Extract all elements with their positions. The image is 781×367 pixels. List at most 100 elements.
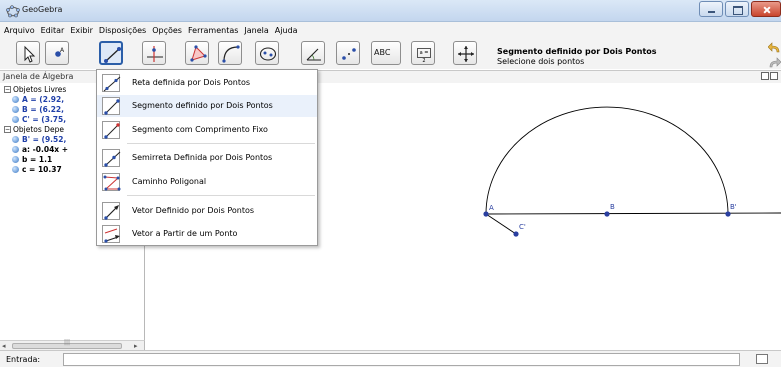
slider-tool-button[interactable]: a = 2 (411, 41, 435, 65)
menu-item-vector[interactable]: Vetor Definido por Dois Pontos (97, 200, 317, 222)
arc-c[interactable] (485, 106, 729, 215)
menu-item-label: Vetor Definido por Dois Pontos (132, 206, 255, 215)
segment-tools-dropdown: Reta definida por Dois Pontos Segmento d… (96, 69, 318, 246)
vector-from-point-icon (102, 225, 120, 243)
segment-b[interactable] (485, 213, 517, 235)
object-label: a: -0.04x + (22, 145, 69, 154)
toolbar: A ABC a = 2 Segmento definido por Dois P… (0, 38, 781, 69)
visibility-dot-icon[interactable] (12, 116, 19, 123)
tree-item[interactable]: b = 1.1 (12, 155, 52, 165)
graphics-view-controls (761, 72, 781, 81)
menu-disposicoes[interactable]: Disposições (99, 26, 146, 35)
object-label: B' = (9.52, (22, 135, 67, 144)
menu-item-label: Segmento definido por Dois Pontos (132, 101, 273, 110)
perpendicular-line-tool-button[interactable] (142, 41, 166, 65)
menu-opcoes[interactable]: Opções (152, 26, 182, 35)
object-label: b = 1.1 (22, 155, 53, 164)
menu-item-polyline[interactable]: Caminho Poligonal (97, 171, 317, 193)
redo-icon[interactable] (768, 57, 781, 69)
menu-janela[interactable]: Janela (244, 26, 268, 35)
menu-separator (127, 143, 315, 144)
undock-icon[interactable] (770, 72, 778, 80)
tool-help-title: Segmento definido por Dois Pontos (497, 47, 657, 56)
menu-item-line[interactable]: Reta definida por Dois Pontos (97, 72, 317, 94)
tree-item[interactable]: c = 10.37 (12, 165, 62, 175)
view-menu-icon[interactable] (761, 72, 769, 80)
menu-editar[interactable]: Editar (41, 26, 65, 35)
visibility-dot-icon[interactable] (12, 166, 19, 173)
input-help-icon[interactable] (756, 354, 768, 364)
tree-item[interactable]: B = (6.22, (12, 105, 64, 115)
conic-tool-button[interactable] (255, 41, 279, 65)
tree-item[interactable]: a: -0.04x + (12, 145, 68, 155)
slider-tool-icon: a = 2 (417, 48, 431, 64)
scroll-right-icon[interactable]: ▸ (134, 342, 138, 350)
tree-item[interactable]: B' = (9.52, (12, 135, 66, 145)
object-label: A = (2.92, (22, 95, 65, 104)
svg-text:A: A (60, 47, 65, 54)
fixed-segment-icon (102, 121, 120, 139)
visibility-dot-icon[interactable] (12, 156, 19, 163)
algebra-view-title: Janela de Álgebra (3, 72, 74, 81)
menu-item-fixed-segment[interactable]: Segmento com Comprimento Fixo (97, 119, 317, 141)
move-tool-button[interactable] (16, 41, 40, 65)
angle-tool-button[interactable] (301, 41, 325, 65)
tree-group-dependent[interactable]: − Objetos Depe (4, 125, 64, 135)
menu-item-ray[interactable]: Semirreta Definida por Dois Pontos (97, 147, 317, 169)
menu-exibir[interactable]: Exibir (70, 26, 93, 35)
label-b-prime: B' (730, 203, 737, 211)
geogebra-icon (6, 5, 20, 18)
object-label: c = 10.37 (22, 165, 62, 174)
menu-item-segment[interactable]: Segmento definido por Dois Pontos (97, 95, 317, 117)
visibility-dot-icon[interactable] (12, 136, 19, 143)
segment-tool-icon (104, 47, 121, 63)
menu-ferramentas[interactable]: Ferramentas (188, 26, 238, 35)
maximize-button[interactable] (725, 1, 749, 17)
close-button[interactable] (751, 1, 781, 17)
point-b-prime[interactable] (725, 211, 731, 217)
point-a[interactable] (483, 211, 489, 217)
segment-icon (102, 97, 120, 115)
text-tool-icon: ABC (374, 48, 391, 57)
input-field[interactable] (63, 353, 740, 366)
input-label: Entrada: (6, 355, 41, 364)
visibility-dot-icon[interactable] (12, 146, 19, 153)
ray-icon (102, 149, 121, 167)
angle-tool-icon (306, 48, 321, 61)
undo-icon[interactable] (768, 42, 781, 55)
visibility-dot-icon[interactable] (12, 96, 19, 103)
move-tool-icon (24, 45, 36, 63)
polygon-tool-button[interactable] (185, 41, 209, 65)
menu-ajuda[interactable]: Ajuda (275, 26, 298, 35)
visibility-dot-icon[interactable] (12, 106, 19, 113)
text-tool-button[interactable]: ABC (371, 41, 401, 65)
menu-item-vector-from-point[interactable]: Vetor a Partir de um Ponto (97, 223, 317, 245)
polygon-tool-icon (190, 45, 207, 62)
collapse-icon[interactable]: − (4, 126, 11, 133)
point-c-prime[interactable] (513, 231, 519, 237)
segment-tool-button[interactable] (99, 41, 123, 65)
menu-item-label: Reta definida por Dois Pontos (132, 78, 251, 87)
tree-group-free[interactable]: − Objetos Livres (4, 85, 66, 95)
minimize-button[interactable] (699, 1, 723, 17)
label-c-prime: C' (519, 223, 526, 231)
tree-item[interactable]: C' = (3.75, (12, 115, 66, 125)
collapse-icon[interactable]: − (4, 86, 11, 93)
object-label: B = (6.22, (22, 105, 65, 114)
segment-a[interactable] (485, 212, 781, 215)
vector-icon (102, 202, 120, 220)
point-b[interactable] (604, 211, 610, 217)
tree-item[interactable]: A = (2.92, (12, 95, 64, 105)
scroll-left-icon[interactable]: ◂ (2, 342, 6, 350)
reflect-tool-button[interactable] (336, 41, 360, 65)
algebra-horizontal-scrollbar[interactable]: ◂ ||| ▸ (0, 339, 145, 350)
circle-tool-button[interactable] (218, 41, 242, 65)
input-bar: Entrada: (0, 350, 781, 367)
grip-icon: ||| (64, 339, 71, 346)
polyline-icon (102, 173, 121, 191)
move-graphics-tool-button[interactable] (453, 41, 477, 65)
circle-tool-icon (222, 45, 240, 63)
point-tool-button[interactable]: A (45, 41, 69, 65)
menu-arquivo[interactable]: Arquivo (4, 26, 35, 35)
menu-bar: Arquivo Editar Exibir Disposições Opções… (0, 22, 781, 38)
